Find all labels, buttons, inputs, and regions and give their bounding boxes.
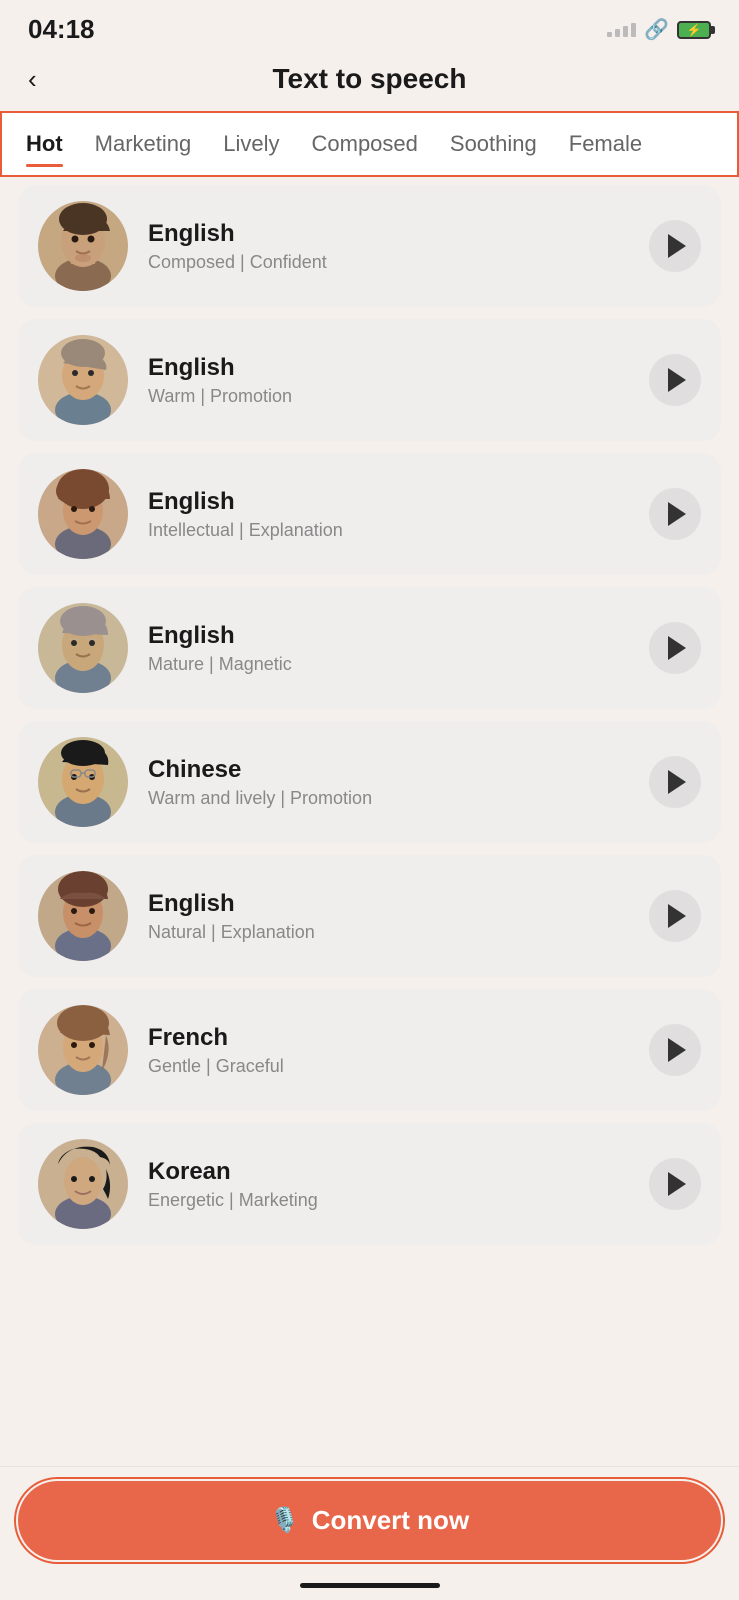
voice-lang-2: English (148, 354, 629, 382)
voice-info-7: French Gentle | Graceful (148, 1024, 629, 1077)
play-icon-7 (668, 1038, 686, 1062)
voice-tags-7: Gentle | Graceful (148, 1056, 629, 1077)
voice-lang-5: Chinese (148, 756, 629, 784)
tab-marketing[interactable]: Marketing (79, 113, 208, 175)
voice-lang-6: English (148, 890, 629, 918)
page-title: Text to speech (273, 63, 467, 95)
voice-info-4: English Mature | Magnetic (148, 622, 629, 675)
play-icon-3 (668, 502, 686, 526)
link-icon: 🔗 (644, 17, 669, 42)
status-bar: 04:18 🔗 ⚡ (0, 0, 739, 53)
back-button[interactable]: ‹ (28, 64, 37, 95)
voice-card-1: English Composed | Confident (18, 185, 721, 307)
tab-composed[interactable]: Composed (296, 113, 434, 175)
voice-info-2: English Warm | Promotion (148, 354, 629, 407)
status-icons: 🔗 ⚡ (607, 17, 711, 42)
voice-card-6: English Natural | Explanation (18, 855, 721, 977)
avatar-3 (38, 469, 128, 559)
convert-bar: 🎙️ Convert now (0, 1466, 739, 1600)
play-icon-8 (668, 1172, 686, 1196)
play-button-3[interactable] (649, 488, 701, 540)
convert-button[interactable]: 🎙️ Convert now (18, 1481, 721, 1560)
play-icon-2 (668, 368, 686, 392)
status-time: 04:18 (28, 14, 95, 45)
tab-hot[interactable]: Hot (10, 113, 79, 175)
avatar-1 (38, 201, 128, 291)
voice-tags-6: Natural | Explanation (148, 922, 629, 943)
play-icon-6 (668, 904, 686, 928)
tab-lively[interactable]: Lively (207, 113, 295, 175)
play-button-7[interactable] (649, 1024, 701, 1076)
avatar-6 (38, 871, 128, 961)
play-button-5[interactable] (649, 756, 701, 808)
tab-female[interactable]: Female (553, 113, 658, 175)
voice-card-7: French Gentle | Graceful (18, 989, 721, 1111)
avatar-4 (38, 603, 128, 693)
voice-tags-3: Intellectual | Explanation (148, 520, 629, 541)
voice-list: English Composed | Confident English War… (0, 185, 739, 1365)
voice-tags-8: Energetic | Marketing (148, 1190, 629, 1211)
voice-lang-4: English (148, 622, 629, 650)
voice-info-5: Chinese Warm and lively | Promotion (148, 756, 629, 809)
voice-card-2: English Warm | Promotion (18, 319, 721, 441)
voice-info-8: Korean Energetic | Marketing (148, 1158, 629, 1211)
voice-info-3: English Intellectual | Explanation (148, 488, 629, 541)
signal-icon (607, 23, 636, 37)
voice-lang-1: English (148, 220, 629, 248)
avatar-8 (38, 1139, 128, 1229)
tab-soothing[interactable]: Soothing (434, 113, 553, 175)
tab-bar: Hot Marketing Lively Composed Soothing F… (0, 111, 739, 177)
avatar-7 (38, 1005, 128, 1095)
voice-card-4: English Mature | Magnetic (18, 587, 721, 709)
avatar-2 (38, 335, 128, 425)
avatar-5 (38, 737, 128, 827)
play-icon-1 (668, 234, 686, 258)
voice-card-8: Korean Energetic | Marketing (18, 1123, 721, 1245)
header: ‹ Text to speech (0, 53, 739, 111)
play-button-4[interactable] (649, 622, 701, 674)
voice-tags-2: Warm | Promotion (148, 386, 629, 407)
voice-lang-3: English (148, 488, 629, 516)
convert-button-label: Convert now (312, 1505, 469, 1536)
voice-tags-4: Mature | Magnetic (148, 654, 629, 675)
play-icon-4 (668, 636, 686, 660)
voice-tags-5: Warm and lively | Promotion (148, 788, 629, 809)
battery-icon: ⚡ (677, 21, 711, 39)
voice-info-6: English Natural | Explanation (148, 890, 629, 943)
voice-lang-8: Korean (148, 1158, 629, 1186)
convert-icon: 🎙️ (270, 1506, 300, 1535)
play-button-1[interactable] (649, 220, 701, 272)
voice-lang-7: French (148, 1024, 629, 1052)
play-button-2[interactable] (649, 354, 701, 406)
play-button-6[interactable] (649, 890, 701, 942)
play-button-8[interactable] (649, 1158, 701, 1210)
voice-card-3: English Intellectual | Explanation (18, 453, 721, 575)
home-indicator (300, 1583, 440, 1588)
voice-tags-1: Composed | Confident (148, 252, 629, 273)
voice-info-1: English Composed | Confident (148, 220, 629, 273)
voice-card-5: Chinese Warm and lively | Promotion (18, 721, 721, 843)
play-icon-5 (668, 770, 686, 794)
